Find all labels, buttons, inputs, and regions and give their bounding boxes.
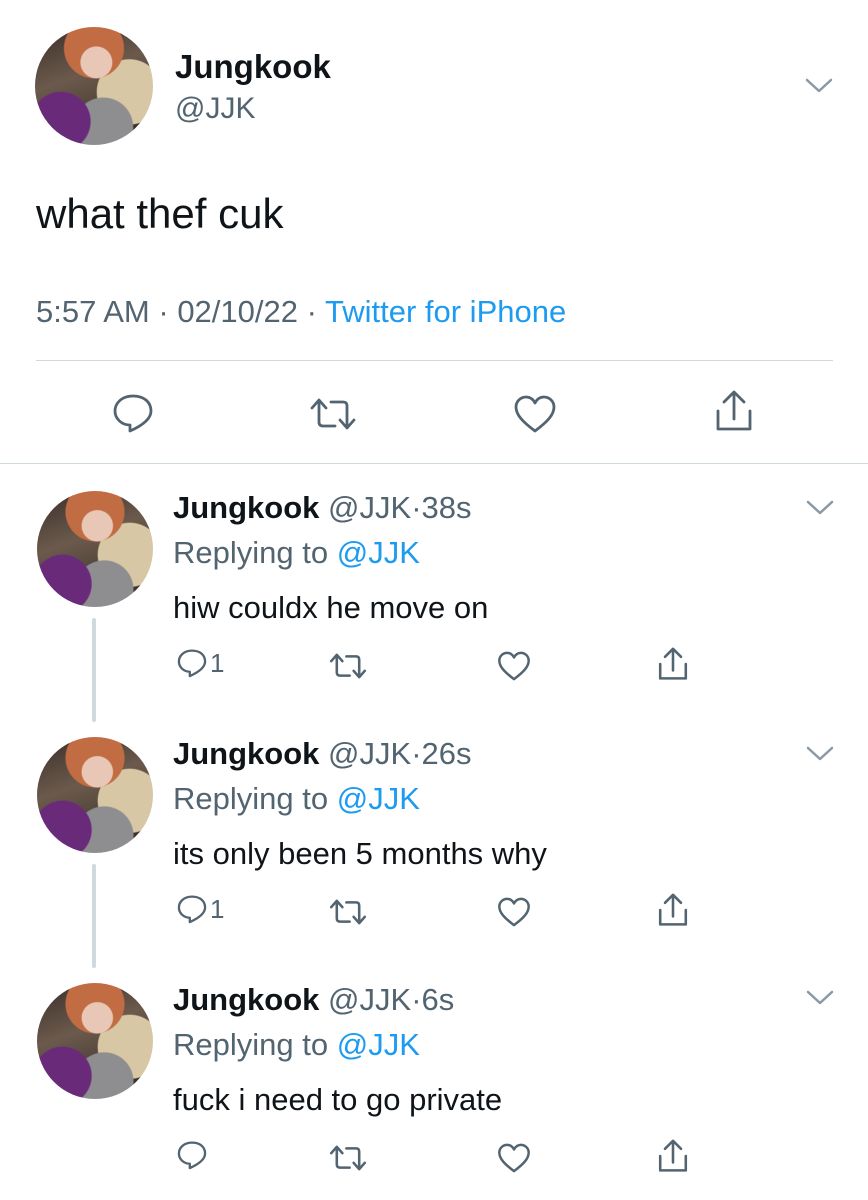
reply-icon: [177, 649, 207, 678]
reply-text: hiw couldx he move on: [173, 590, 489, 625]
retweet-button[interactable]: [328, 1143, 368, 1173]
meta-divider: [36, 360, 833, 361]
replying-to-line: Replying to @JJK: [173, 1027, 420, 1063]
share-button[interactable]: [657, 892, 689, 928]
like-icon: [498, 897, 530, 927]
reply-author-handle[interactable]: @JJK: [328, 736, 411, 771]
retweet-icon: [329, 899, 367, 925]
reply-button[interactable]: 1: [176, 893, 224, 925]
reply-count: 1: [210, 647, 225, 678]
retweet-button[interactable]: [328, 651, 368, 681]
meta-separator: ·: [297, 294, 325, 329]
reply-time[interactable]: 38s: [422, 490, 472, 525]
thread-line: [92, 864, 96, 968]
reply-icon: [177, 895, 207, 924]
replying-to-label: Replying to: [173, 781, 337, 816]
tweet-text: what thef cuk: [36, 190, 284, 237]
retweet-icon: [329, 653, 367, 679]
reply-dot: ·: [411, 736, 422, 771]
reply-time[interactable]: 6s: [422, 982, 455, 1017]
tweet-time[interactable]: 5:57 AM: [36, 294, 150, 329]
chevron-down-icon[interactable]: [805, 498, 835, 518]
reply-avatar[interactable]: [37, 983, 153, 1099]
chevron-down-icon[interactable]: [805, 988, 835, 1008]
share-button[interactable]: [657, 646, 689, 682]
replying-to-line: Replying to @JJK: [173, 535, 420, 571]
reply-avatar[interactable]: [37, 737, 153, 853]
reply-button[interactable]: 1: [176, 647, 224, 679]
chevron-down-icon[interactable]: [804, 76, 834, 96]
share-button[interactable]: [657, 1138, 689, 1174]
like-button[interactable]: [497, 896, 531, 928]
author-name[interactable]: Jungkook: [175, 48, 331, 86]
replying-to-handle[interactable]: @JJK: [337, 535, 420, 570]
reply-dot: ·: [411, 490, 422, 525]
like-button[interactable]: [513, 394, 557, 434]
reply-button[interactable]: [111, 393, 155, 433]
thread-line: [92, 618, 96, 722]
replying-to-label: Replying to: [173, 1027, 337, 1062]
tweet-metadata: 5:57 AM · 02/10/22 · Twitter for iPhone: [36, 294, 566, 330]
reply-icon: [177, 1141, 207, 1170]
reply-author-name[interactable]: Jungkook: [173, 736, 319, 771]
share-button[interactable]: [714, 389, 754, 433]
retweet-button[interactable]: [328, 897, 368, 927]
share-icon: [658, 647, 688, 680]
like-button[interactable]: [497, 650, 531, 682]
chevron-down-icon[interactable]: [805, 744, 835, 764]
reply-author-handle[interactable]: @JJK: [328, 490, 411, 525]
reply-dot: ·: [411, 982, 422, 1017]
share-icon: [658, 893, 688, 926]
reply-button[interactable]: [176, 1139, 210, 1171]
reply-header: Jungkook @JJK·38s: [173, 490, 472, 526]
share-icon: [716, 390, 752, 431]
reply-time[interactable]: 26s: [422, 736, 472, 771]
replying-to-handle[interactable]: @JJK: [337, 1027, 420, 1062]
author-handle[interactable]: @JJK: [175, 92, 255, 126]
like-button[interactable]: [497, 1142, 531, 1174]
retweet-icon: [329, 1145, 367, 1171]
retweet-icon: [310, 398, 356, 430]
reply-text: its only been 5 months why: [173, 836, 547, 871]
reply-icon: [113, 394, 153, 433]
replying-to-line: Replying to @JJK: [173, 781, 420, 817]
like-icon: [514, 395, 556, 433]
replying-to-label: Replying to: [173, 535, 337, 570]
author-avatar[interactable]: [35, 27, 153, 145]
reply-author-name[interactable]: Jungkook: [173, 982, 319, 1017]
section-divider: [0, 463, 868, 464]
retweet-button[interactable]: [308, 396, 358, 432]
reply-count: 1: [210, 893, 225, 924]
tweet-date[interactable]: 02/10/22: [177, 294, 298, 329]
meta-separator: ·: [149, 294, 178, 329]
reply-avatar[interactable]: [37, 491, 153, 607]
reply-author-handle[interactable]: @JJK: [328, 982, 411, 1017]
like-icon: [498, 651, 530, 681]
reply-header: Jungkook @JJK·6s: [173, 982, 454, 1018]
replying-to-handle[interactable]: @JJK: [337, 781, 420, 816]
share-icon: [658, 1139, 688, 1172]
tweet-source-link[interactable]: Twitter for iPhone: [325, 294, 566, 329]
like-icon: [498, 1143, 530, 1173]
reply-text: fuck i need to go private: [173, 1082, 503, 1117]
reply-author-name[interactable]: Jungkook: [173, 490, 319, 525]
reply-header: Jungkook @JJK·26s: [173, 736, 472, 772]
